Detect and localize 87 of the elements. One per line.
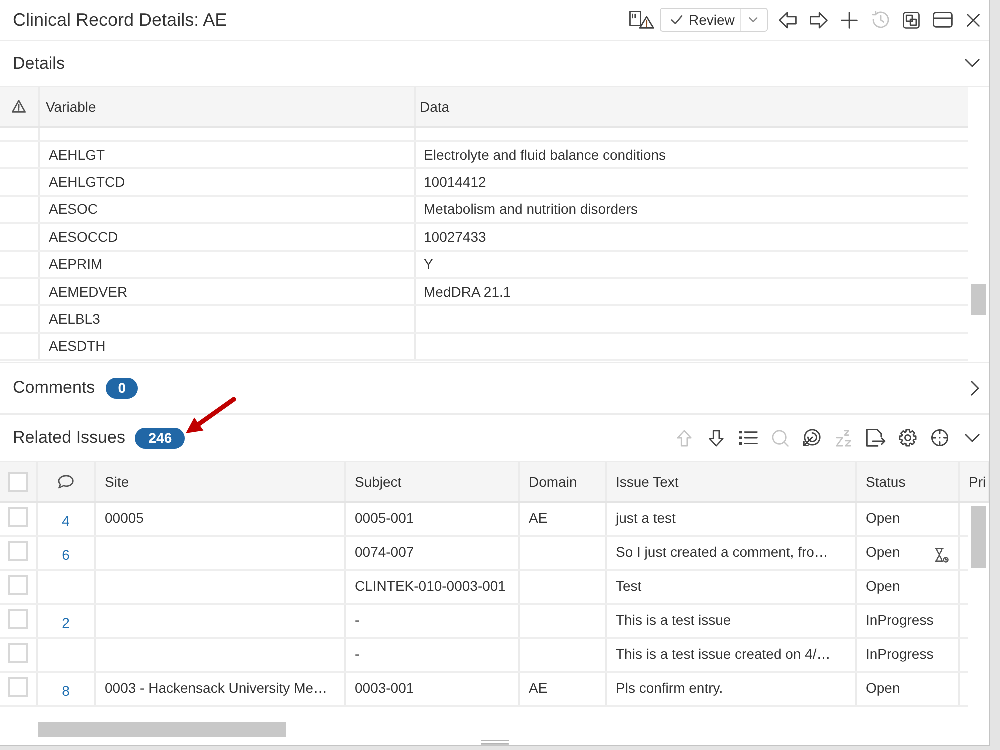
chevron-down-icon[interactable] xyxy=(964,434,980,442)
review-dropdown[interactable]: Review xyxy=(660,8,768,32)
column-header[interactable]: Site xyxy=(105,474,130,490)
count-badge: 0 xyxy=(106,378,138,398)
table-cell: AELBL3 xyxy=(49,310,100,328)
chevron-down-icon[interactable] xyxy=(965,59,980,68)
comment-count-link[interactable]: 8 xyxy=(62,683,70,699)
table-cell: Open xyxy=(866,509,900,527)
checkbox[interactable] xyxy=(8,575,28,595)
resize-grip-icon xyxy=(480,740,508,745)
column-header[interactable]: Variable xyxy=(46,98,96,114)
checkbox[interactable] xyxy=(8,609,28,629)
window-title: Clinical Record Details: AE xyxy=(13,10,228,30)
scrollbar-thumb[interactable] xyxy=(971,284,986,315)
column-header[interactable]: Issue Text xyxy=(616,474,679,490)
settings-icon[interactable] xyxy=(899,429,917,447)
table-cell: InProgress xyxy=(866,611,934,629)
checkbox[interactable] xyxy=(8,472,28,492)
table-cell: - xyxy=(355,645,360,663)
export-icon[interactable] xyxy=(866,429,886,447)
target-icon[interactable] xyxy=(803,429,821,447)
checkbox[interactable] xyxy=(8,677,28,697)
comment-count-link[interactable]: 2 xyxy=(62,615,70,631)
table-cell: This is a test issue xyxy=(616,611,732,629)
note-warning-icon[interactable] xyxy=(628,11,654,29)
table-cell: InProgress xyxy=(866,645,934,663)
table-cell: Open xyxy=(866,577,900,595)
table-cell: 00005 xyxy=(105,509,144,527)
table-cell: 10014412 xyxy=(424,173,486,192)
table-cell: AEHLGTCD xyxy=(49,173,126,192)
section-title: Related Issues xyxy=(13,428,126,448)
chevron-right-icon[interactable] xyxy=(971,380,980,396)
arrow-left-icon[interactable] xyxy=(778,12,796,28)
table-cell: MedDRA 21.1 xyxy=(424,282,512,301)
table-cell: AEPRIM xyxy=(49,255,103,274)
table-cell: CLINTEK-010-0003-001 xyxy=(355,577,506,595)
window-icon[interactable] xyxy=(932,12,952,28)
table-cell: - xyxy=(355,611,360,629)
table-cell: 0074-007 xyxy=(355,543,414,561)
table-cell: AE xyxy=(529,509,548,527)
table-cell: just a test xyxy=(616,509,676,527)
comment-count-link[interactable]: 4 xyxy=(62,513,70,529)
checkbox[interactable] xyxy=(8,541,28,561)
table-cell: Metabolism and nutrition disorders xyxy=(424,200,638,218)
table-cell: This is a test issue created on 4/… xyxy=(616,645,831,663)
warning-icon xyxy=(12,100,26,113)
arrow-icon xyxy=(184,396,236,435)
table-cell: Y xyxy=(424,255,434,274)
checkbox[interactable] xyxy=(8,507,28,527)
table-cell: 10027433 xyxy=(424,228,486,246)
column-header[interactable]: Pri xyxy=(969,474,986,490)
table-cell: 0003-001 xyxy=(355,679,414,697)
arrow-right-icon[interactable] xyxy=(810,12,828,28)
layout-icon[interactable] xyxy=(903,12,920,28)
count-badge: 246 xyxy=(135,428,186,448)
comment-icon xyxy=(58,474,74,488)
column-header[interactable]: Subject xyxy=(355,474,402,490)
close-icon[interactable] xyxy=(967,14,980,26)
arrow-down-icon[interactable] xyxy=(708,430,724,446)
crosshair-icon[interactable] xyxy=(931,429,949,447)
table-cell: AESDTH xyxy=(49,337,106,356)
table-cell: AESOC xyxy=(49,200,98,218)
table-cell: AE xyxy=(529,679,548,697)
section-title: Details xyxy=(13,54,65,74)
table-cell: 0003 - Hackensack University Me… xyxy=(105,679,328,697)
section-title: Comments xyxy=(13,378,96,398)
scrollbar-thumb[interactable] xyxy=(38,722,286,737)
table-cell: AEHLGT xyxy=(49,146,106,164)
table-cell: So I just created a comment, fro… xyxy=(616,543,828,561)
column-header[interactable]: Status xyxy=(866,474,906,490)
table-cell: Pls confirm entry. xyxy=(616,679,724,697)
comment-count-link[interactable]: 6 xyxy=(62,547,70,563)
table-cell: AESOCCD xyxy=(49,228,118,246)
checkbox[interactable] xyxy=(8,643,28,663)
table-cell: Open xyxy=(866,679,900,697)
table-cell: Test xyxy=(616,577,642,595)
plus-icon[interactable] xyxy=(841,12,858,28)
scrollbar-thumb[interactable] xyxy=(971,506,986,568)
table-cell: 0005-001 xyxy=(355,509,414,527)
column-header[interactable]: Domain xyxy=(529,474,578,490)
check-icon xyxy=(671,15,683,25)
table-cell: Open xyxy=(866,543,900,561)
table-cell: Electrolyte and fluid balance conditions xyxy=(424,146,666,164)
table-cell: AEMEDVER xyxy=(49,282,128,301)
list-icon[interactable] xyxy=(738,430,758,446)
caret-icon xyxy=(749,17,758,23)
column-header[interactable]: Data xyxy=(420,98,450,114)
